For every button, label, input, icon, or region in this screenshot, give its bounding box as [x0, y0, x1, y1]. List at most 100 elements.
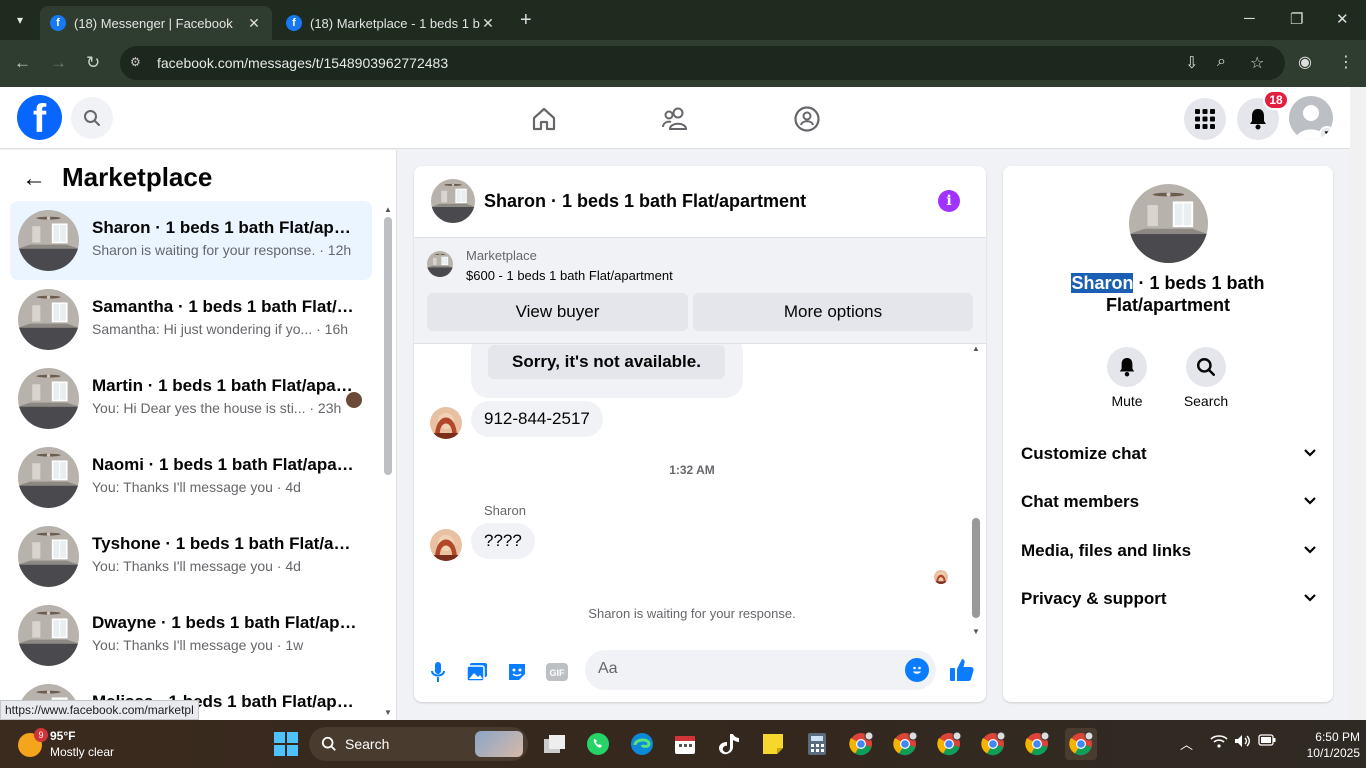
- sender-avatar[interactable]: [430, 529, 462, 561]
- chrome-profile-4[interactable]: [977, 728, 1009, 760]
- task-view-button[interactable]: [539, 728, 571, 760]
- info-icon[interactable]: i: [938, 190, 960, 212]
- restore-icon[interactable]: ❐: [1290, 10, 1303, 28]
- chat-info-name: Sharon · 1 beds 1 bath Flat/apartment: [1043, 272, 1293, 316]
- tab-search-button[interactable]: ▾: [8, 8, 32, 32]
- weather-widget[interactable]: 9 95°F Mostly clear: [12, 726, 142, 762]
- browser-menu-icon[interactable]: ⋮: [1338, 52, 1354, 72]
- voice-clip-button[interactable]: [424, 658, 452, 686]
- conversation-row[interactable]: Naomi · 1 beds 1 bath Flat/apartment You:…: [10, 438, 372, 517]
- bookmark-star-icon[interactable]: ☆: [1250, 53, 1264, 73]
- conversation-row[interactable]: Martin · 1 beds 1 bath Flat/apartment You…: [10, 359, 372, 438]
- marketplace-label: Marketplace: [466, 248, 537, 263]
- chrome-profile-3[interactable]: [933, 728, 965, 760]
- chrome-icon: [893, 731, 918, 756]
- groups-nav-button[interactable]: [789, 101, 825, 137]
- sticky-notes-app[interactable]: [757, 728, 789, 760]
- tiktok-app[interactable]: [713, 728, 745, 760]
- chrome-icon: [1025, 731, 1050, 756]
- sorry-not-available-button[interactable]: Sorry, it's not available.: [488, 345, 725, 379]
- listing-price-title[interactable]: $600 - 1 beds 1 bath Flat/apartment: [466, 268, 673, 283]
- search-in-chat-action[interactable]: Search: [1176, 347, 1236, 409]
- close-tab-icon[interactable]: ✕: [246, 15, 262, 32]
- conversation-row[interactable]: Samantha · 1 beds 1 bath Flat/apartment S…: [10, 280, 372, 359]
- account-avatar[interactable]: ▼: [1289, 96, 1333, 140]
- whatsapp-app[interactable]: [582, 728, 614, 760]
- page-scrollbar[interactable]: [1350, 87, 1366, 720]
- site-info-icon[interactable]: ⚙: [130, 55, 146, 71]
- message-composer: GIF: [414, 648, 986, 702]
- edge-app[interactable]: [626, 728, 658, 760]
- photo-icon: [466, 663, 487, 682]
- battery-icon[interactable]: [1258, 734, 1276, 749]
- search-button[interactable]: [71, 97, 113, 139]
- conversation-preview: Samantha: Hi just wondering if yo... · 1…: [92, 321, 349, 337]
- close-window-icon[interactable]: ✕: [1336, 10, 1349, 28]
- sender-avatar[interactable]: [430, 407, 462, 439]
- chat-profile-picture[interactable]: [1129, 184, 1208, 263]
- calculator-app[interactable]: [801, 728, 833, 760]
- chat-title[interactable]: Sharon · 1 beds 1 bath Flat/apartment: [484, 191, 806, 212]
- tab-messenger[interactable]: f (18) Messenger | Facebook ✕: [40, 6, 272, 40]
- scrollbar-thumb[interactable]: [384, 217, 392, 475]
- view-buyer-button[interactable]: View buyer: [427, 293, 688, 331]
- zoom-icon[interactable]: ⌕: [1217, 53, 1226, 71]
- chrome-icon: [849, 731, 874, 756]
- listing-thumbnail[interactable]: [427, 251, 453, 277]
- scrollbar-thumb[interactable]: [972, 518, 980, 618]
- facebook-logo[interactable]: f: [17, 95, 62, 140]
- privacy-support-row[interactable]: Privacy & support: [1021, 579, 1317, 619]
- reload-icon[interactable]: ↻: [86, 53, 100, 73]
- taskbar-search-label: Search: [345, 736, 390, 752]
- tab-marketplace[interactable]: f (18) Marketplace - 1 beds 1 bath ✕: [276, 6, 506, 40]
- address-bar[interactable]: ⚙ facebook.com/messages/t/15489039627724…: [120, 46, 1285, 80]
- search-highlight-image: [475, 731, 523, 757]
- sticker-button[interactable]: [503, 658, 531, 686]
- more-options-button[interactable]: More options: [693, 293, 973, 331]
- taskbar-search[interactable]: Search: [309, 727, 528, 761]
- customize-chat-row[interactable]: Customize chat: [1021, 434, 1317, 474]
- start-button[interactable]: [270, 728, 302, 760]
- conversation-row[interactable]: Dwayne · 1 beds 1 bath Flat/apartment You…: [10, 596, 372, 675]
- friends-nav-button[interactable]: [657, 101, 693, 137]
- chat-scrollbar[interactable]: ▲ ▼: [970, 344, 982, 636]
- profile-icon[interactable]: ◉: [1298, 52, 1312, 72]
- emoji-button[interactable]: [905, 658, 929, 682]
- volume-icon[interactable]: [1234, 734, 1252, 751]
- home-nav-button[interactable]: [526, 101, 562, 137]
- windows-logo-icon: [274, 732, 298, 756]
- url-text[interactable]: facebook.com/messages/t/1548903962772483: [157, 55, 448, 71]
- calendar-app[interactable]: [669, 728, 701, 760]
- install-app-icon[interactable]: ⇩: [1185, 53, 1198, 73]
- chrome-profile-5[interactable]: [1021, 728, 1053, 760]
- forward-icon[interactable]: →: [50, 53, 67, 73]
- marketplace-listing-card: Marketplace $600 - 1 beds 1 bath Flat/ap…: [414, 238, 986, 344]
- chevron-down-icon[interactable]: ▼: [1319, 126, 1333, 140]
- gif-button[interactable]: GIF: [543, 658, 571, 686]
- wifi-icon[interactable]: [1210, 734, 1228, 751]
- like-button[interactable]: [948, 656, 976, 684]
- mute-action[interactable]: Mute: [1097, 347, 1157, 409]
- taskbar: 9 95°F Mostly clear Search ︿ 6:50 PM 10/…: [0, 720, 1366, 768]
- chat-members-row[interactable]: Chat members: [1021, 482, 1317, 522]
- chrome-profile-1[interactable]: [845, 728, 877, 760]
- conversation-row[interactable]: Sharon · 1 beds 1 bath Flat/apartment Sha…: [10, 201, 372, 280]
- back-icon[interactable]: ←: [14, 53, 31, 73]
- conversation-row[interactable]: Tyshone · 1 beds 1 bath Flat/apartment Yo…: [10, 517, 372, 596]
- friends-icon: [662, 107, 688, 130]
- back-arrow-icon[interactable]: ←: [22, 166, 46, 192]
- conversation-scrollbar[interactable]: ▲ ▼: [382, 205, 394, 717]
- attach-photo-button[interactable]: [463, 658, 491, 686]
- new-tab-button[interactable]: +: [520, 10, 532, 30]
- chat-header: Sharon · 1 beds 1 bath Flat/apartment i: [414, 166, 986, 238]
- media-files-links-row[interactable]: Media, files and links: [1021, 531, 1317, 571]
- minimize-icon[interactable]: ─: [1244, 10, 1255, 27]
- close-tab-icon[interactable]: ✕: [480, 15, 496, 32]
- chat-avatar[interactable]: [431, 179, 475, 223]
- menu-button[interactable]: [1184, 98, 1226, 140]
- message-input[interactable]: [598, 660, 888, 678]
- show-hidden-icons[interactable]: ︿: [1180, 734, 1193, 753]
- chrome-profile-2[interactable]: [889, 728, 921, 760]
- system-clock[interactable]: 6:50 PM 10/1/2025: [1300, 729, 1360, 761]
- chrome-profile-active[interactable]: [1065, 728, 1097, 760]
